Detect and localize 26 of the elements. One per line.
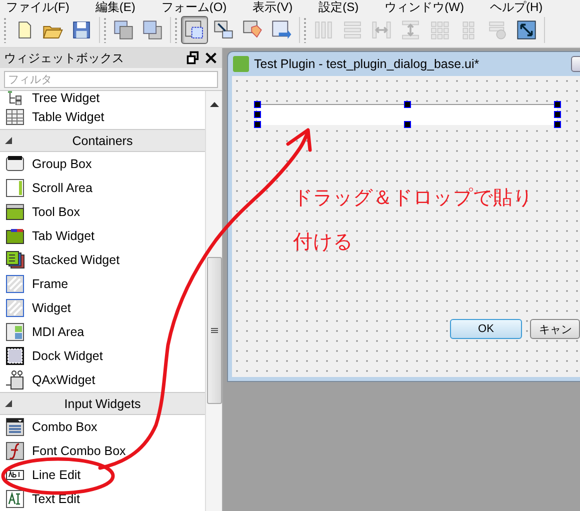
category-label: Input Widgets	[64, 396, 141, 410]
widget-list-item[interactable]: Font Combo Box	[0, 439, 205, 463]
cancel-button[interactable]: キャン	[530, 319, 580, 339]
annotation-text: ドラッグ＆ドロップで貼り付ける	[293, 186, 534, 255]
widget-list-item[interactable]: QAxWidget	[0, 368, 205, 392]
widget-list-item[interactable]: Tree Widget	[0, 91, 205, 105]
widget-list-item[interactable]: Line Edit	[0, 463, 205, 487]
widget-list-item[interactable]: Tool Box	[0, 200, 205, 224]
category-label: Containers	[72, 134, 133, 148]
widget-list-item[interactable]: Combo Box	[0, 415, 205, 439]
category-header[interactable]: Input Widgets	[0, 392, 205, 415]
widget-list-item[interactable]: Dock Widget	[0, 344, 205, 368]
widget-list-item[interactable]: Widget	[0, 296, 205, 320]
widget-list-item[interactable]: Tab Widget	[0, 224, 205, 248]
widget-list-item[interactable]: Group Box	[0, 152, 205, 176]
widget-list-item[interactable]: Table Widget	[0, 105, 205, 129]
widget-list-item[interactable]: Scroll Area	[0, 176, 205, 200]
widget-list-item[interactable]: Frame	[0, 272, 205, 296]
category-header[interactable]: Containers	[0, 129, 205, 152]
widget-list-item[interactable]: Text Edit	[0, 487, 205, 511]
ok-button[interactable]: OK	[450, 319, 522, 339]
panel-title: ウィジェットボックス	[4, 50, 125, 66]
window-title: Test Plugin - test_plugin_dialog_base.ui*	[254, 57, 480, 71]
widget-list-item[interactable]: Stacked Widget	[0, 248, 205, 272]
widget-list-item[interactable]: MDI Area	[0, 320, 205, 344]
filter-field[interactable]: フィルタ	[4, 71, 218, 88]
